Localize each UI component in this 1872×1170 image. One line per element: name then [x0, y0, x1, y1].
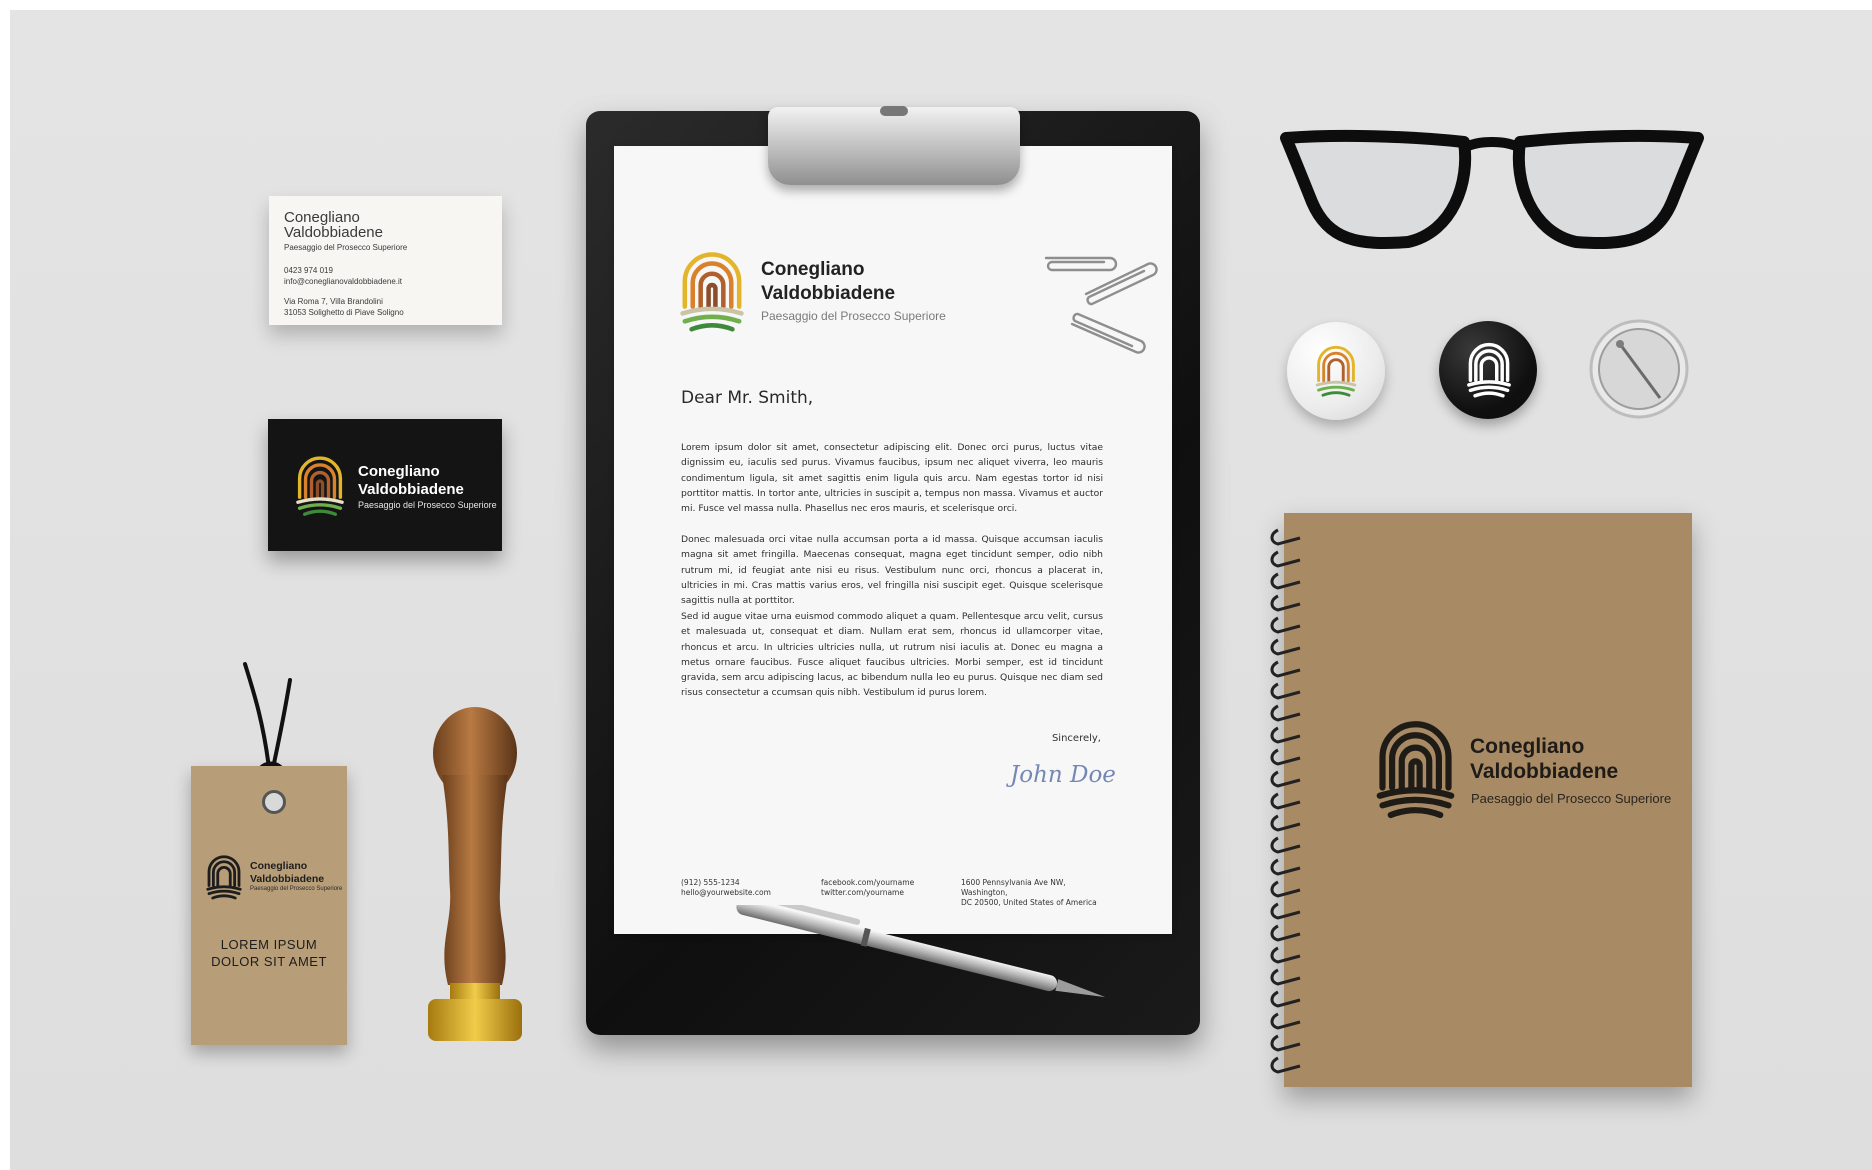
letter-paragraph-1: Lorem ipsum dolor sit amet, consectetur …: [681, 442, 1103, 515]
footer-twitter: twitter.com/yourname: [821, 888, 904, 897]
paperclip-icon: [1044, 256, 1158, 354]
card-white-name-line2: Valdobbiadene: [284, 224, 383, 241]
letter-signature: John Doe: [1010, 762, 1116, 788]
fingerprint-logo-icon: [296, 456, 344, 516]
glasses-icon: [1280, 129, 1704, 250]
letterhead-brand-line2: Valdobbiadene: [761, 283, 896, 304]
hang-tag-text-line2: DOLOR SIT AMET: [211, 954, 327, 969]
card-black-tagline: Paesaggio del Prosecco Superiore: [358, 500, 497, 510]
clipboard-clip-rivet: [880, 106, 908, 116]
clipboard-clip: [768, 107, 1020, 185]
footer-phone: (912) 555-1234: [681, 878, 740, 887]
hang-tag-tagline: Paesaggio del Prosecco Superiore: [250, 886, 343, 892]
letter-closing: Sincerely,: [1051, 733, 1101, 744]
letter-paragraph-3: Sed id augue vitae urna euismod commodo …: [681, 611, 1103, 699]
business-card-black: Conegliano Valdobbiadene Paesaggio del P…: [268, 419, 502, 551]
card-white-phone: 0423 974 019: [284, 266, 333, 275]
card-white-tagline: Paesaggio del Prosecco Superiore: [284, 243, 408, 252]
fingerprint-logo-icon: [206, 855, 242, 900]
hang-tag-name: Conegliano Valdobbiadene: [250, 860, 350, 886]
card-black-name-line2: Valdobbiadene: [358, 481, 464, 498]
letter-footer-contact: (912) 555-1234 hello@yourwebsite.com: [681, 878, 841, 898]
fingerprint-logo-icon: [1467, 342, 1511, 398]
stamp-icon: [428, 707, 522, 1041]
pin-button-back-icon: [1589, 319, 1689, 419]
card-white-name: Conegliano Valdobbiadene: [284, 210, 484, 240]
stationery-mockup-scene: Conegliano Valdobbiadene Paesaggio del P…: [0, 0, 1872, 1170]
pen-icon: [736, 905, 1106, 998]
card-white-address-line2: 31053 Solighetto di Piave Soligno: [284, 308, 404, 317]
footer-email: hello@yourwebsite.com: [681, 888, 771, 897]
letter-footer-address: 1600 Pennsylvania Ave NW, Washington, DC…: [961, 878, 1111, 908]
spiral-binding-icon: [1270, 528, 1301, 1074]
hang-tag-text: LOREM IPSUM DOLOR SIT AMET: [191, 936, 347, 970]
letterhead-tagline: Paesaggio del Prosecco Superiore: [761, 309, 946, 323]
card-black-name: Conegliano Valdobbiadene: [358, 463, 498, 499]
notebook-tagline: Paesaggio del Prosecco Superiore: [1471, 791, 1672, 806]
notebook-brand-name: Conegliano Valdobbiadene: [1470, 734, 1680, 784]
card-white-email: info@coneglianovaldobbiadene.it: [284, 277, 402, 286]
card-black-name-line1: Conegliano: [358, 463, 440, 480]
hang-tag-name-line1: Conegliano: [250, 860, 308, 872]
notebook-brand-line1: Conegliano: [1470, 735, 1585, 758]
fingerprint-logo-icon: [680, 252, 744, 332]
letterhead-brand-name: Conegliano Valdobbiadene: [761, 258, 961, 306]
hang-tag-name-line2: Valdobbiadene: [250, 873, 325, 885]
letter-paragraph-2: Donec malesuada orci vitae nulla accumsa…: [681, 534, 1103, 607]
letterhead-brand-line1: Conegliano: [761, 259, 865, 280]
card-white-address-line1: Via Roma 7, Villa Brandolini: [284, 297, 383, 306]
letter-footer-social: facebook.com/yourname twitter.com/yourna…: [821, 878, 981, 898]
fingerprint-logo-icon: [1376, 721, 1455, 819]
business-card-white: Conegliano Valdobbiadene Paesaggio del P…: [269, 196, 502, 325]
fingerprint-logo-icon: [1315, 345, 1357, 397]
notebook-brand-line2: Valdobbiadene: [1470, 760, 1619, 783]
footer-facebook: facebook.com/yourname: [821, 878, 915, 887]
hang-tag-text-line1: LOREM IPSUM: [220, 937, 318, 952]
card-white-name-line1: Conegliano: [284, 209, 360, 226]
footer-address-line1: 1600 Pennsylvania Ave NW, Washington,: [961, 878, 1066, 897]
hang-tag-eyelet: [262, 790, 286, 814]
letter-greeting: Dear Mr. Smith,: [681, 388, 814, 408]
